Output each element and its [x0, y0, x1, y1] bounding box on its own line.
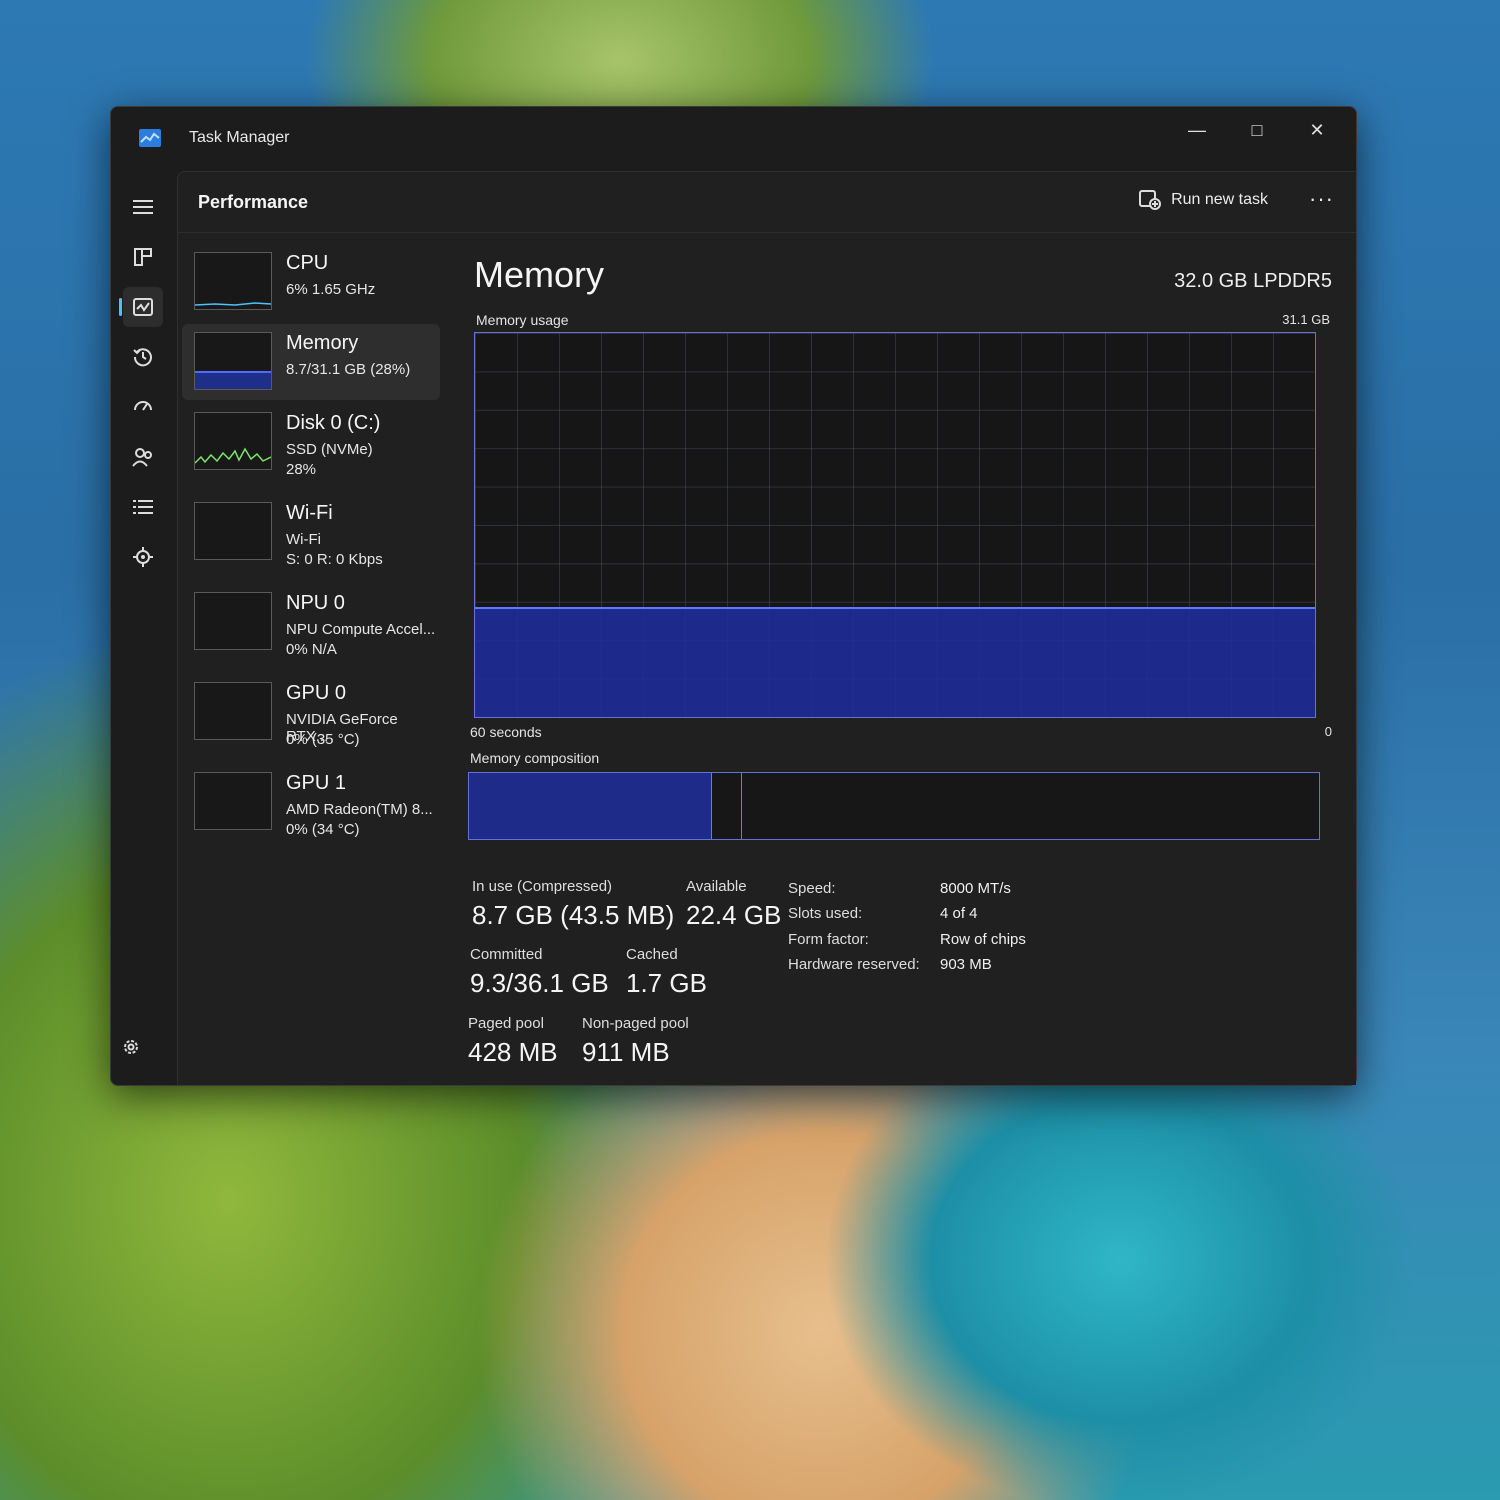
composition-standby[interactable]: [711, 773, 742, 839]
memory-usage-fill: [475, 607, 1315, 717]
processes-icon[interactable]: [123, 237, 163, 277]
committed-value: 9.3/36.1 GB: [470, 968, 609, 998]
hamburger-menu-icon[interactable]: [123, 187, 163, 227]
resource-name: NPU 0: [286, 592, 345, 614]
services-icon[interactable]: [123, 537, 163, 577]
paged-pool-value: 428 MB: [468, 1037, 558, 1067]
graph-time-span: 60 seconds: [470, 724, 542, 740]
gear-icon[interactable]: [111, 1027, 151, 1067]
resource-detail: S: 0 R: 0 Kbps: [286, 551, 383, 568]
hardware-reserved-label: Hardware reserved:: [788, 956, 920, 973]
window-title: Task Manager: [189, 129, 290, 146]
available-label: Available: [686, 878, 747, 895]
maximize-button[interactable]: □: [1234, 115, 1280, 145]
resource-name: GPU 0: [286, 682, 347, 704]
resource-item-cpu[interactable]: CPU 6% 1.65 GHz: [182, 244, 440, 320]
resource-detail: 0% (34 °C): [286, 821, 360, 838]
wifi-thumbnail: [194, 502, 272, 560]
speed-value: 8000 MT/s: [940, 880, 1011, 897]
gpu1-thumbnail: [194, 772, 272, 830]
gpu0-thumbnail: [194, 682, 272, 740]
resource-detail: 0% N/A: [286, 641, 337, 658]
non-paged-pool-label: Non-paged pool: [582, 1015, 689, 1032]
memory-usage-label: Memory usage: [476, 312, 569, 328]
navigation-rail: [111, 171, 175, 1085]
slots-used-label: Slots used:: [788, 905, 863, 922]
npu-thumbnail: [194, 592, 272, 650]
resource-detail: SSD (NVMe): [286, 441, 373, 458]
startup-apps-icon[interactable]: [123, 387, 163, 427]
resource-detail: Wi-Fi: [286, 531, 321, 548]
memory-composition-bar[interactable]: [468, 772, 1320, 840]
memory-composition-label: Memory composition: [470, 750, 600, 766]
memory-usage-max: 31.1 GB: [1282, 312, 1330, 327]
resource-detail: 6% 1.65 GHz: [286, 281, 376, 298]
resource-item-npu[interactable]: NPU 0 NPU Compute Accel... 0% N/A: [182, 584, 440, 660]
memory-spec: 32.0 GB LPDDR5: [1174, 270, 1332, 292]
resource-name: Memory: [286, 332, 359, 354]
performance-icon[interactable]: [119, 287, 163, 327]
available-value: 22.4 GB: [686, 900, 782, 930]
app-history-icon[interactable]: [123, 337, 163, 377]
speed-label: Speed:: [788, 880, 836, 897]
details-icon[interactable]: [123, 487, 163, 527]
run-new-task-button[interactable]: Run new task: [1139, 190, 1268, 210]
main-panel: Performance Run new task ··· CPU 6% 1.65…: [177, 171, 1356, 1085]
resource-name: GPU 1: [286, 772, 347, 794]
slots-used-value: 4 of 4: [940, 905, 978, 922]
composition-in-use[interactable]: [469, 773, 708, 839]
form-factor-value: Row of chips: [940, 931, 1026, 948]
resource-detail: 8.7/31.1 GB (28%): [286, 361, 411, 378]
resource-name: Wi-Fi: [286, 502, 333, 524]
page-header: Performance Run new task ···: [178, 172, 1356, 233]
task-manager-window: Task Manager — □ ✕ Performance Run new t…: [110, 106, 1357, 1086]
paged-pool-label: Paged pool: [468, 1015, 544, 1032]
run-task-icon: [1139, 190, 1162, 210]
close-button[interactable]: ✕: [1294, 115, 1340, 145]
resource-name: Disk 0 (C:): [286, 412, 381, 434]
resource-item-memory[interactable]: Memory 8.7/31.1 GB (28%): [182, 324, 440, 400]
resource-detail: AMD Radeon(TM) 8...: [286, 801, 433, 818]
users-icon[interactable]: [123, 437, 163, 477]
resource-item-gpu1[interactable]: GPU 1 AMD Radeon(TM) 8... 0% (34 °C): [182, 764, 440, 840]
task-manager-app-icon: [139, 129, 161, 147]
detail-title: Memory: [474, 254, 605, 295]
title-bar[interactable]: Task Manager — □ ✕: [111, 107, 1356, 171]
memory-stats: In use (Compressed) 8.7 GB (43.5 MB) Ava…: [466, 874, 1336, 1094]
cached-value: 1.7 GB: [626, 968, 707, 998]
in-use-label: In use (Compressed): [472, 878, 613, 895]
form-factor-label: Form factor:: [788, 931, 869, 948]
memory-usage-graph: [474, 332, 1316, 718]
cpu-thumbnail: [194, 252, 272, 310]
memory-thumbnail: [194, 332, 272, 390]
minimize-button[interactable]: —: [1174, 115, 1220, 145]
resource-item-disk[interactable]: Disk 0 (C:) SSD (NVMe) 28%: [182, 404, 440, 480]
committed-label: Committed: [470, 946, 543, 963]
resource-detail: 0% (35 °C): [286, 731, 360, 748]
resource-item-wifi[interactable]: Wi-Fi Wi-Fi S: 0 R: 0 Kbps: [182, 494, 440, 570]
disk-thumbnail: [194, 412, 272, 470]
hardware-reserved-value: 903 MB: [940, 956, 992, 973]
in-use-value: 8.7 GB (43.5 MB): [472, 900, 675, 930]
run-new-task-label: Run new task: [1171, 191, 1268, 208]
resource-detail: 28%: [286, 461, 317, 478]
graph-axis-min: 0: [1324, 724, 1332, 739]
resource-item-gpu0[interactable]: GPU 0 NVIDIA GeForce RTX... 0% (35 °C): [182, 674, 440, 750]
resource-name: CPU: [286, 252, 329, 274]
resource-detail: NPU Compute Accel...: [286, 621, 436, 638]
more-options-button[interactable]: ···: [1309, 186, 1334, 212]
non-paged-pool-value: 911 MB: [582, 1037, 670, 1067]
page-title: Performance: [198, 192, 309, 212]
cached-label: Cached: [626, 946, 678, 963]
